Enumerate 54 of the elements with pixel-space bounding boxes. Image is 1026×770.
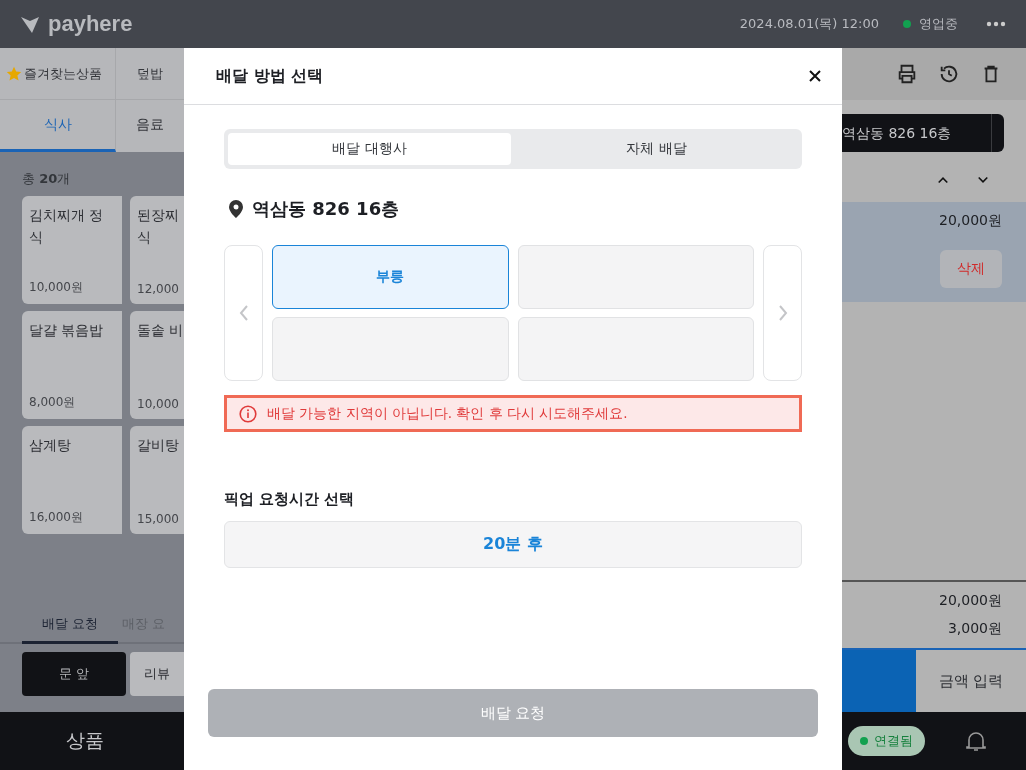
product-card[interactable]: 삼계탕 16,000원: [22, 426, 122, 534]
menu-tab[interactable]: 음료: [116, 100, 184, 152]
total-amount: 3,000원: [947, 620, 1002, 638]
star-icon: [6, 65, 22, 82]
product-name: 삼계탕: [29, 436, 72, 455]
date-time: 2024.08.01(목) 12:00: [739, 15, 879, 33]
modal-title: 배달 방법 선택: [216, 65, 325, 87]
order-item[interactable]: 20,000원 삭제: [842, 202, 1026, 302]
request-option[interactable]: 문 앞: [22, 652, 126, 696]
section-label: 픽업 요청시간 선택: [224, 490, 356, 509]
info-icon: [239, 404, 257, 423]
bell-icon[interactable]: [965, 729, 987, 753]
product-name: 식: [29, 228, 44, 247]
status-label: 영업중: [919, 15, 958, 33]
product-price: 16,000원: [29, 509, 84, 526]
pickup-time-option[interactable]: 20분 후: [224, 521, 802, 568]
chevron-left-icon: [238, 305, 249, 321]
connection-label: 연결됨: [874, 732, 913, 750]
product-card[interactable]: 갈비탕 15,000: [130, 426, 184, 534]
product-price: 12,000: [137, 282, 180, 296]
product-name: 갈비탕: [137, 436, 180, 455]
products-nav[interactable]: 상품: [66, 728, 104, 754]
product-name: 식: [137, 228, 152, 247]
product-name: 돌솥 비: [137, 321, 184, 340]
more-icon[interactable]: [986, 21, 1006, 27]
product-price: 10,000: [137, 397, 180, 411]
product-name: 된장찌: [137, 206, 180, 225]
product-price: 15,000: [137, 512, 180, 526]
method-tab[interactable]: 자체 배달: [515, 133, 798, 165]
location-pin-icon: [228, 200, 244, 218]
close-icon[interactable]: [808, 69, 822, 83]
error-message: 배달 가능한 지역이 아닙니다. 확인 후 다시 시도해주세요.: [267, 404, 628, 423]
provider-option[interactable]: 부릉: [272, 245, 509, 309]
history-icon[interactable]: [938, 63, 960, 85]
request-tab[interactable]: 배달 요청: [22, 609, 118, 644]
printer-icon[interactable]: [896, 63, 918, 85]
item-price: 20,000원: [939, 212, 1002, 230]
product-card[interactable]: 김치찌개 정 식 10,000원: [22, 196, 122, 304]
product-card[interactable]: 돌솥 비 10,000: [130, 311, 184, 419]
total-amount: 20,000원: [939, 592, 1002, 610]
product-name: 달걀 볶음밥: [29, 321, 105, 340]
product-card[interactable]: 달걀 볶음밥 8,000원: [22, 311, 122, 419]
method-tab[interactable]: 배달 대행사: [228, 133, 511, 165]
item-count: 총 20개: [21, 170, 72, 188]
product-name: 김치찌개 정: [29, 206, 105, 225]
product-card[interactable]: 된장찌 식 12,000: [130, 196, 184, 304]
brand-logo: payhere: [48, 11, 133, 37]
product-price: 10,000원: [29, 279, 84, 296]
request-option[interactable]: 리뷰: [130, 652, 184, 696]
logo-icon: [20, 14, 40, 34]
delivery-address: 역삼동 826 16층: [252, 197, 400, 221]
chevron-right-icon: [777, 305, 788, 321]
address-pill[interactable]: 역삼동 826 16층: [842, 114, 1004, 152]
product-price: 8,000원: [29, 394, 77, 411]
